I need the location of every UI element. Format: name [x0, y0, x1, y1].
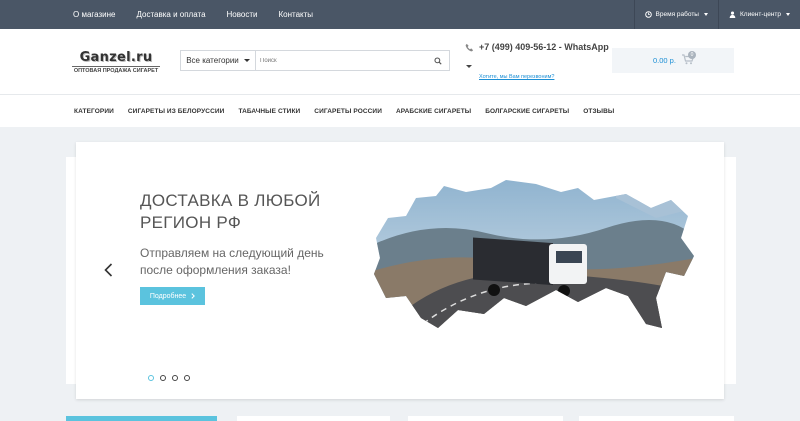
nav-item-belarus[interactable]: Сигареты из Белоруссии	[128, 108, 225, 115]
search-category-label: Все категории	[186, 56, 239, 65]
cart-total: 0.00 р.	[653, 56, 676, 65]
slider-prev-button[interactable]	[104, 263, 113, 282]
work-hours-label: Время работы	[655, 11, 699, 18]
nav-item-reviews[interactable]: Отзывы	[583, 108, 614, 115]
slider-dots	[148, 375, 196, 381]
client-center-label: Клиент-центр	[739, 11, 781, 18]
search-button[interactable]	[427, 51, 449, 70]
top-link-about[interactable]: О магазине	[73, 10, 116, 19]
work-hours-button[interactable]: Время работы	[633, 0, 718, 29]
callback-link[interactable]: Хотите, мы Вам перезвоним?	[479, 74, 554, 80]
slider-dot[interactable]	[160, 375, 166, 381]
search-bar: Все категории	[180, 50, 450, 71]
user-icon	[729, 11, 736, 18]
hero-slide: ДОСТАВКА В ЛЮБОЙ РЕГИОН РФ Отправляем на…	[76, 142, 724, 399]
top-bar: О магазине Доставка и оплата Новости Кон…	[0, 0, 800, 29]
phone-dropdown-icon[interactable]	[466, 65, 472, 68]
phone-icon	[465, 43, 474, 51]
nav-item-bulgarian[interactable]: Болгарские сигареты	[485, 108, 569, 115]
top-link-news[interactable]: Новости	[227, 10, 258, 19]
chevron-down-icon	[786, 13, 790, 16]
chevron-down-icon	[243, 59, 250, 62]
slider-dot[interactable]	[148, 375, 154, 381]
russia-map-truck-image	[374, 180, 694, 328]
chevron-left-icon	[104, 263, 113, 277]
promo-card[interactable]	[237, 416, 390, 421]
chevron-down-icon	[703, 13, 708, 16]
phone-number[interactable]: +7 (499) 409-56-12 - WhatsApp	[465, 42, 609, 52]
top-nav: О магазине Доставка и оплата Новости Кон…	[73, 10, 334, 19]
top-link-contacts[interactable]: Контакты	[278, 10, 313, 19]
client-center-button[interactable]: Клиент-центр	[717, 0, 800, 29]
search-icon	[434, 56, 442, 65]
slide-subtitle: Отправляем на следующий день после оформ…	[140, 246, 324, 277]
slide-more-label: Подробнее	[149, 292, 187, 300]
main-nav: Категории Сигареты из Белоруссии Табачны…	[0, 94, 800, 127]
chevron-right-icon	[191, 293, 196, 299]
logo-tagline: ОПТОВАЯ ПРОДАЖА СИГАРЕТ	[72, 66, 160, 74]
cart-count-badge: 0	[688, 51, 696, 59]
promo-card[interactable]	[579, 416, 734, 421]
cart-button[interactable]: 0.00 р. 0	[612, 48, 734, 73]
promo-card[interactable]	[408, 416, 563, 421]
phone-label: +7 (499) 409-56-12 - WhatsApp	[479, 42, 609, 52]
promo-card[interactable]	[66, 416, 217, 421]
nav-item-sticks[interactable]: Табачные стики	[238, 108, 300, 115]
search-category-select[interactable]: Все категории	[181, 51, 256, 70]
slider-dot[interactable]	[184, 375, 190, 381]
slide-more-button[interactable]: Подробнее	[140, 287, 205, 305]
slider-dot[interactable]	[172, 375, 178, 381]
logo-name: Ganzel.ru	[79, 50, 153, 65]
slide-edge-right	[724, 157, 736, 384]
nav-item-russia[interactable]: Сигареты России	[314, 108, 382, 115]
nav-item-arabic[interactable]: Арабские сигареты	[396, 108, 471, 115]
top-link-delivery[interactable]: Доставка и оплата	[137, 10, 206, 19]
clock-icon	[644, 11, 652, 18]
logo[interactable]: Ganzel.ru ОПТОВАЯ ПРОДАЖА СИГАРЕТ	[72, 50, 160, 74]
slide-title: ДОСТАВКА В ЛЮБОЙ РЕГИОН РФ	[140, 191, 321, 232]
nav-item-categories[interactable]: Категории	[74, 108, 114, 115]
search-input[interactable]	[256, 51, 427, 70]
header: Ganzel.ru ОПТОВАЯ ПРОДАЖА СИГАРЕТ Все ка…	[0, 29, 800, 94]
